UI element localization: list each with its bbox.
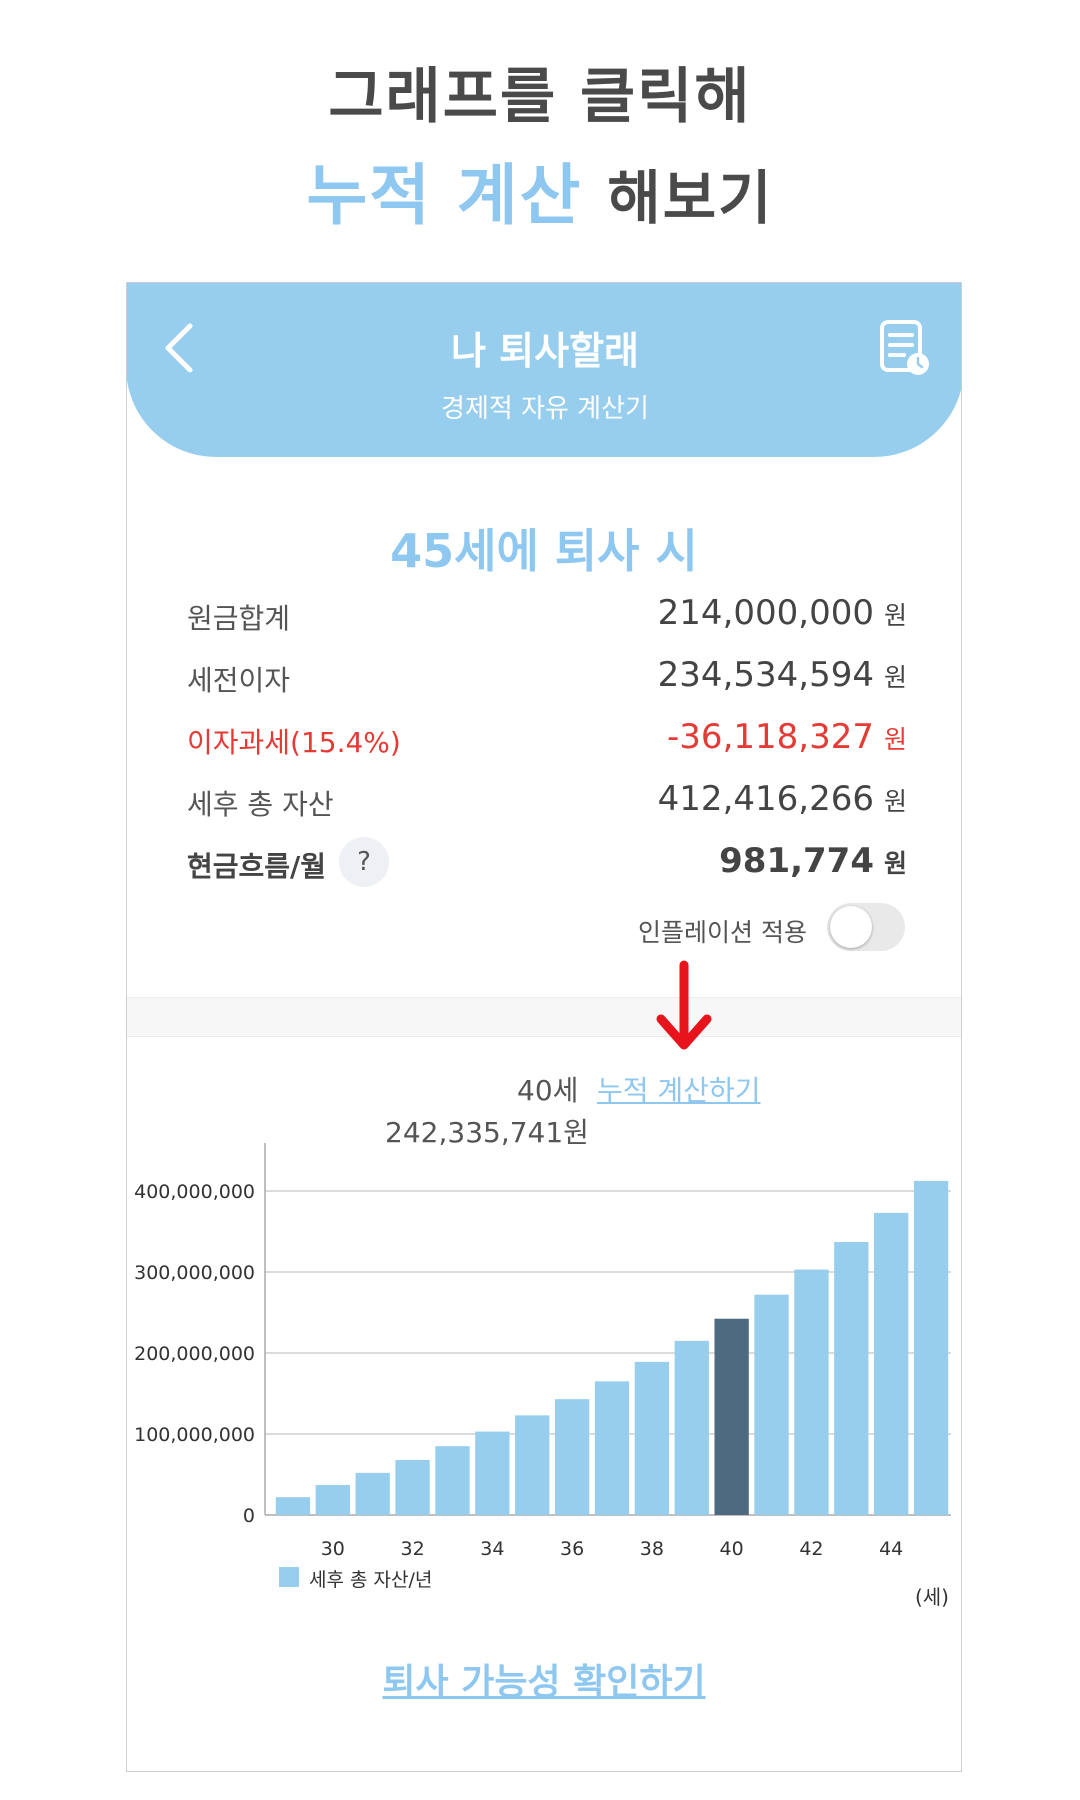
y-tick-label: 100,000,000 (134, 1424, 255, 1446)
bar[interactable] (355, 1472, 390, 1515)
legend-swatch (279, 1567, 299, 1587)
bar[interactable] (594, 1381, 630, 1515)
row-value: 234,534,594 원 (657, 655, 907, 695)
arrow-down-icon (656, 960, 712, 1050)
bar[interactable] (275, 1497, 311, 1515)
legend-label: 세후 총 자산/년 (309, 1569, 433, 1591)
x-unit-label: (세) (914, 1585, 949, 1609)
row-label: 현금흐름/월 (187, 850, 327, 883)
result-title: 45세에 퇴사 시 (390, 524, 698, 578)
help-button[interactable]: ? (339, 837, 389, 887)
bar[interactable] (714, 1318, 749, 1515)
row-value: 214,000,000 원 (657, 593, 907, 633)
row-label: 세후 총 자산 (187, 788, 334, 821)
bar[interactable] (315, 1485, 350, 1515)
bar[interactable] (395, 1459, 430, 1515)
asset-bar-chart[interactable]: 0 100,000,000 200,000,000 300,000,000 400,00… (127, 1143, 962, 1563)
inflation-label: 인플레이션 적용 (638, 918, 807, 947)
promo-highlight: 누적 계산 (306, 157, 583, 234)
app-title: 나 퇴사할래 (450, 329, 640, 373)
y-tick-label: 200,000,000 (134, 1343, 255, 1365)
row-total-assets: 세후 총 자산 412,416,266 원 (187, 779, 907, 823)
bar[interactable] (874, 1212, 909, 1515)
selected-age: 40세 (517, 1074, 579, 1107)
x-tick-label: 34 (480, 1538, 504, 1560)
x-tick-label: 42 (799, 1538, 823, 1560)
y-tick-label: 300,000,000 (134, 1262, 255, 1284)
check-possibility-button[interactable]: 퇴사 가능성 확인하기 (127, 1653, 961, 1705)
row-principal: 원금합계 214,000,000 원 (187, 593, 907, 637)
bar[interactable] (475, 1431, 510, 1515)
history-button[interactable] (876, 318, 934, 380)
promo-headline-1: 그래프를 클릭해 (328, 62, 752, 132)
y-tick-label: 400,000,000 (134, 1181, 255, 1203)
bar[interactable] (913, 1180, 949, 1515)
history-list-icon (880, 320, 929, 375)
y-tick-label: 0 (243, 1505, 255, 1527)
row-value: 981,774 원 (719, 841, 907, 881)
promo-headline-2: 누적 계산 해보기 (0, 142, 1080, 238)
bar[interactable] (674, 1340, 709, 1515)
app-header: 나 퇴사할래 경제적 자유 계산기 (127, 283, 961, 457)
bar[interactable] (515, 1415, 550, 1515)
row-pretax-interest: 세전이자 234,534,594 원 (187, 655, 907, 699)
row-value: -36,118,327 원 (667, 717, 907, 757)
x-tick-label: 40 (720, 1538, 744, 1560)
bar[interactable] (634, 1361, 670, 1515)
app-subtitle: 경제적 자유 계산기 (441, 394, 649, 424)
bar[interactable] (834, 1242, 869, 1515)
row-label: 원금합계 (187, 602, 291, 635)
app-screen: 나 퇴사할래 경제적 자유 계산기 45세에 퇴사 시 원금합계 214,000… (126, 282, 962, 1772)
x-tick-label: 44 (879, 1538, 903, 1560)
bar[interactable] (554, 1399, 590, 1515)
cumulative-calc-link[interactable]: 누적 계산하기 (597, 1069, 760, 1109)
x-tick-label: 38 (640, 1538, 664, 1560)
toggle-knob (830, 906, 872, 948)
section-divider (127, 997, 961, 1037)
row-cashflow: 현금흐름/월 ? 981,774 원 (187, 837, 907, 887)
promo-rest: 해보기 (607, 164, 774, 232)
bar[interactable] (794, 1269, 829, 1515)
bar[interactable] (754, 1294, 789, 1515)
x-tick-label: 30 (321, 1538, 345, 1560)
row-value: 412,416,266 원 (657, 779, 907, 819)
x-tick-label: 36 (560, 1538, 584, 1560)
x-tick-label: 32 (400, 1538, 424, 1560)
row-interest-tax: 이자과세(15.4%) -36,118,327 원 (187, 717, 907, 761)
row-label: 세전이자 (187, 664, 291, 697)
row-label: 이자과세(15.4%) (187, 726, 401, 759)
bar[interactable] (435, 1446, 470, 1515)
inflation-toggle[interactable] (827, 903, 905, 951)
